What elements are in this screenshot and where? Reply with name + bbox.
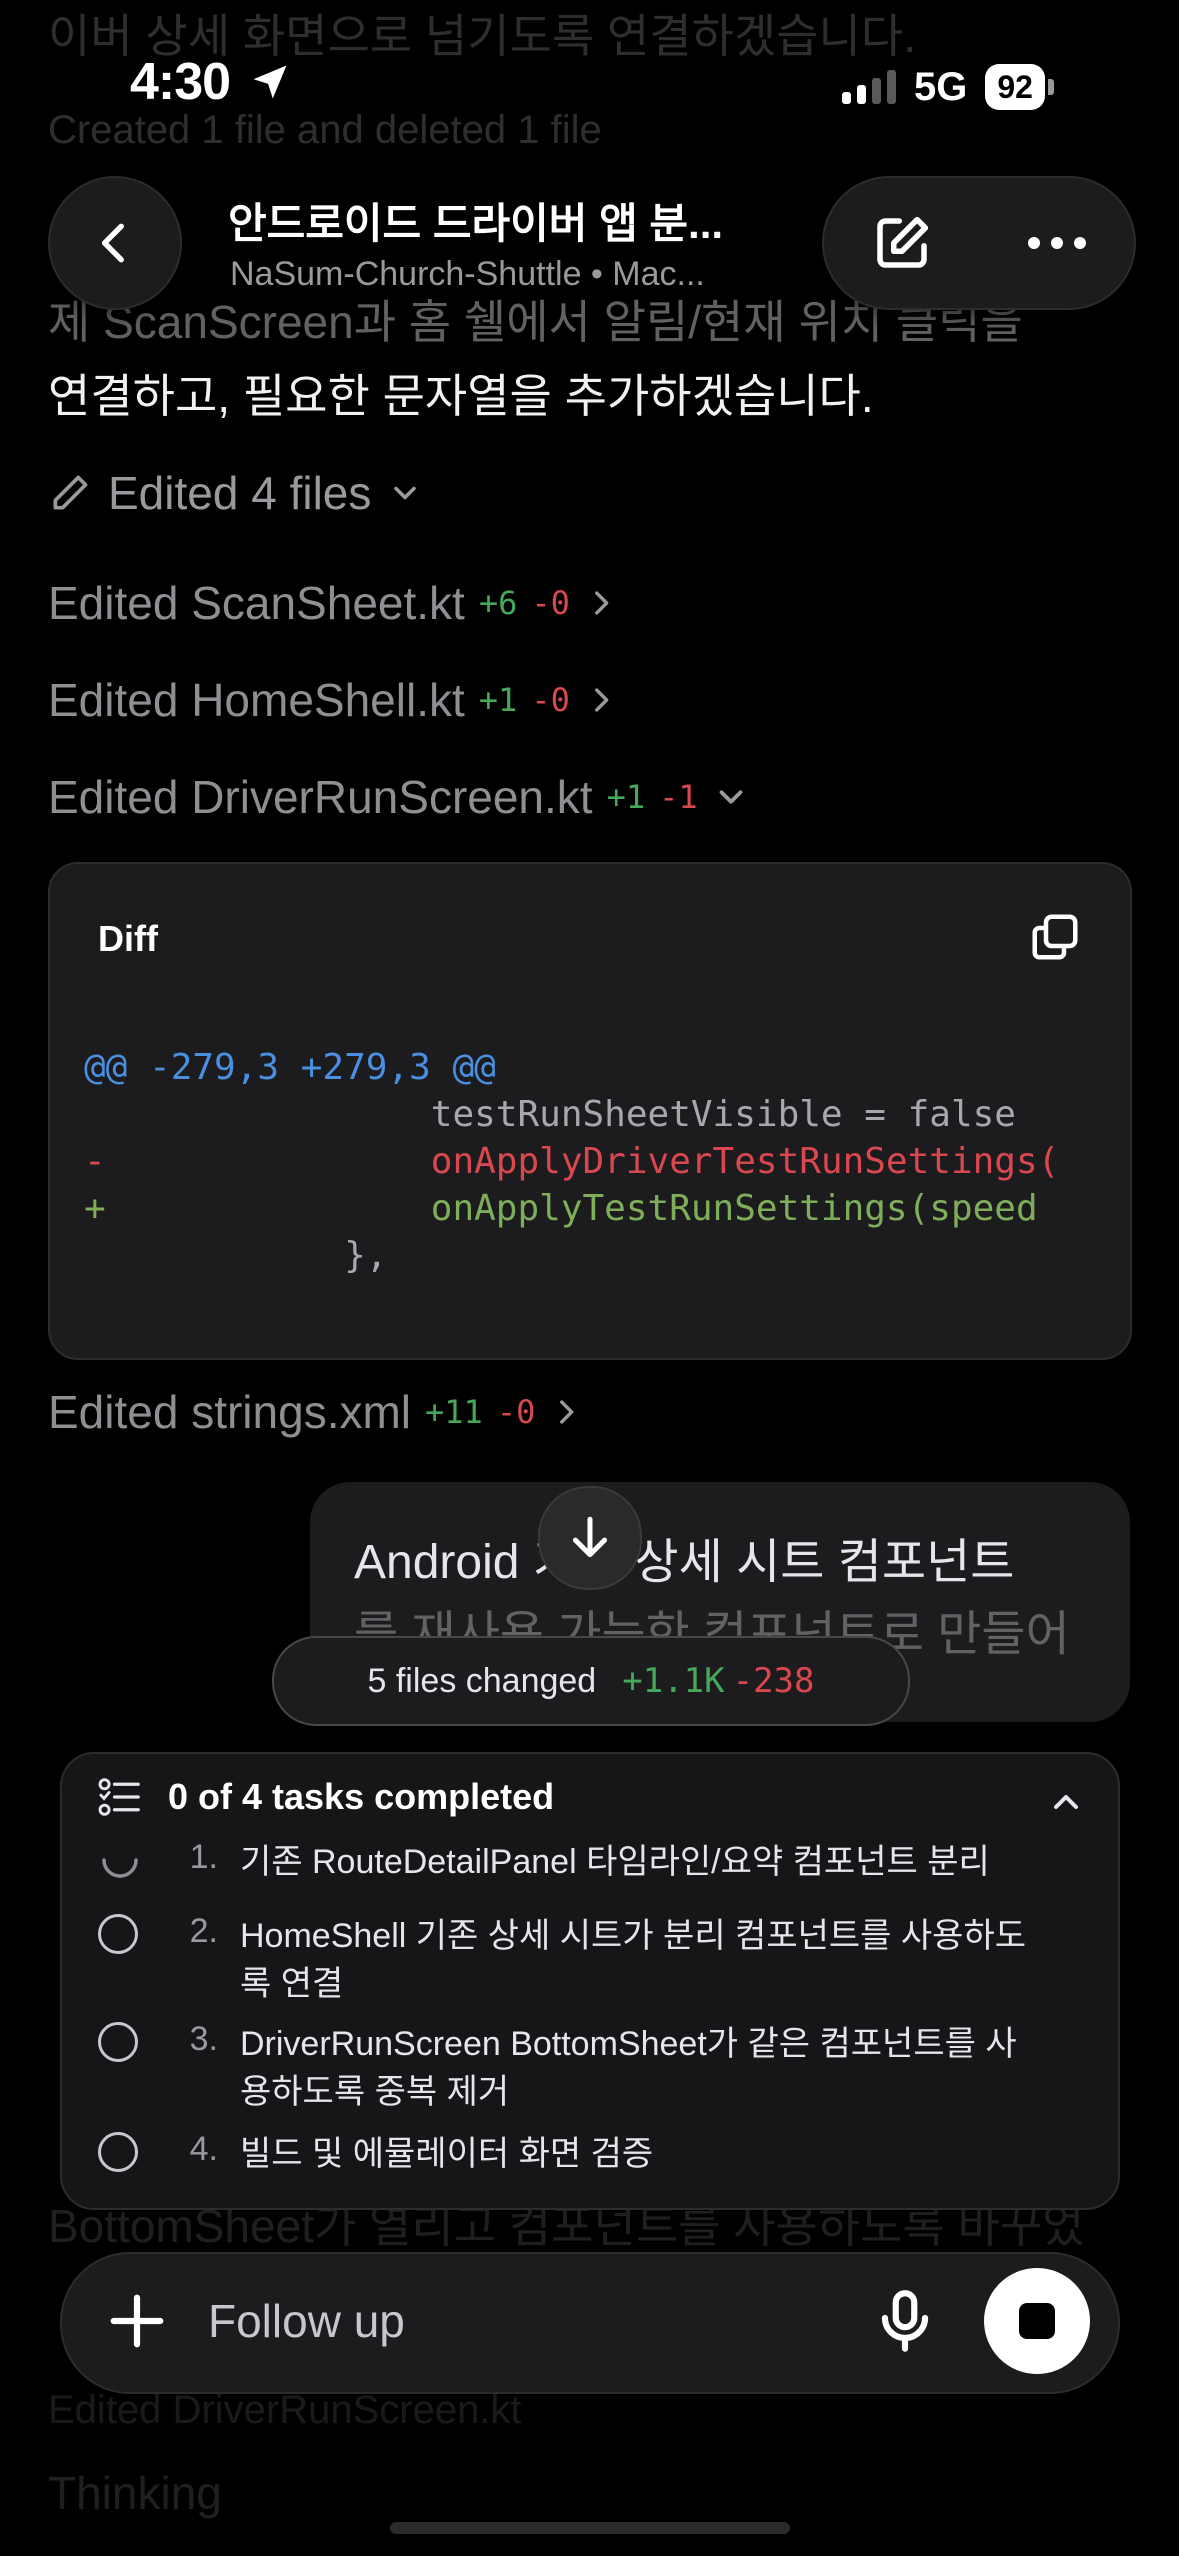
lines-added: +6: [478, 584, 518, 622]
chevron-right-icon: [560, 1400, 574, 1424]
network-type: 5G: [914, 64, 968, 109]
lines-added: +11: [425, 1393, 483, 1431]
plus-icon[interactable]: [106, 2290, 168, 2352]
task-status-circle-icon: [98, 2132, 138, 2172]
background-text: Edited DriverRunScreen.kt: [48, 2388, 522, 2432]
chevron-right-icon: [594, 591, 609, 615]
diff-added-line: + onApplyTestRunSettings(speed: [84, 1188, 1038, 1229]
tasks-header[interactable]: 0 of 4 tasks completed: [98, 1776, 554, 1818]
spinner-icon: [102, 1858, 138, 1878]
conversation-subtitle: NaSum-Church-Shuttle • Mac...: [230, 255, 705, 293]
diff-label: Diff: [98, 918, 158, 959]
lines-removed: -0: [531, 681, 570, 719]
diff-context-line: testRunSheetVisible = false: [84, 1094, 1016, 1135]
chevron-down-icon: [719, 790, 743, 804]
conversation-title[interactable]: 안드로이드 드라이버 앱 분...: [228, 190, 723, 251]
files-changed-label: 5 files changed: [367, 1661, 597, 1700]
compose-icon[interactable]: [869, 210, 935, 276]
lines-removed: -1: [659, 778, 698, 816]
microphone-icon[interactable]: [868, 2284, 942, 2358]
diff-context-line: },: [84, 1235, 388, 1276]
edited-file-row[interactable]: Edited HomeShell.kt +1 -0: [48, 673, 618, 727]
chevron-right-icon: [594, 688, 609, 712]
stop-button[interactable]: [984, 2268, 1090, 2374]
follow-up-input[interactable]: Follow up: [208, 2294, 405, 2348]
edited-file-row[interactable]: Edited strings.xml +11 -0: [48, 1385, 583, 1439]
lines-removed: -0: [496, 1393, 536, 1431]
stop-icon: [1019, 2303, 1055, 2339]
tasks-title: 0 of 4 tasks completed: [168, 1776, 555, 1817]
battery-icon: 92: [985, 64, 1054, 110]
diff-card: Diff @@ -279,3 +279,3 @@ testRunSheetVis…: [48, 862, 1132, 1360]
edited-file-row[interactable]: Edited ScanSheet.kt +6 -0: [48, 576, 618, 630]
task-item: 1. 기존 RouteDetailPanel 타임라인/요약 컴포넌트 분리: [98, 1838, 1040, 1886]
task-text: 빌드 및 에뮬레이터 화면 검증: [240, 2135, 654, 2173]
home-indicator: [390, 2522, 790, 2534]
copy-icon[interactable]: [1028, 910, 1082, 964]
file-name: Edited strings.xml: [48, 1386, 412, 1438]
scroll-to-bottom-button[interactable]: [538, 1486, 642, 1590]
chevron-down-icon: [394, 486, 417, 500]
files-changed-pill[interactable]: 5 files changed +1.1K -238: [272, 1636, 910, 1726]
task-item: 2. HomeShell 기존 상세 시트가 분리 컴포넌트를 사용하도록 연결: [98, 1912, 1040, 2008]
arrow-down-icon: [572, 1516, 608, 1558]
status-indicators: 5G 92: [842, 64, 1054, 110]
task-number: 1.: [189, 1838, 218, 1876]
diff-hunk-header: @@ -279,3 +279,3 @@: [84, 1047, 496, 1088]
user-message-line: Android 기존 상세 시트 컴포넌트: [354, 1536, 1015, 1589]
composer-bar: Follow up: [60, 2252, 1120, 2394]
tasks-panel: 0 of 4 tasks completed 1. 기존 RouteDetail…: [60, 1752, 1120, 2210]
assistant-message: 연결하고, 필요한 문자열을 추가하겠습니다.: [48, 370, 874, 422]
chevron-up-icon[interactable]: [1046, 1782, 1086, 1822]
task-text: DriverRunScreen BottomSheet가 같은 컴포넌트를 사용…: [240, 2025, 1017, 2111]
background-text: Created 1 file and deleted 1 file: [48, 108, 602, 152]
diff-content: @@ -279,3 +279,3 @@ testRunSheetVisible …: [84, 1044, 1059, 1279]
lines-added: +1: [606, 778, 646, 816]
file-name: Edited HomeShell.kt: [48, 674, 465, 726]
more-options-icon[interactable]: [1024, 233, 1090, 253]
total-lines-added: +1.1K: [622, 1661, 725, 1701]
lines-added: +1: [478, 681, 518, 719]
background-text: Thinking: [48, 2467, 222, 2519]
status-time: 4:30: [130, 53, 231, 111]
battery-level: 92: [985, 64, 1045, 110]
task-text: 기존 RouteDetailPanel 타임라인/요약 컴포넌트 분리: [240, 1843, 990, 1881]
edited-files-summary[interactable]: Edited 4 files: [48, 466, 423, 520]
task-status-circle-icon: [98, 2022, 138, 2062]
chevron-left-icon: [101, 223, 124, 263]
location-arrow-icon: [253, 65, 287, 99]
task-status-circle-icon: [98, 1914, 138, 1954]
checklist-icon: [98, 1778, 140, 1816]
file-name: Edited ScanSheet.kt: [48, 577, 465, 629]
task-item: 3. DriverRunScreen BottomSheet가 같은 컴포넌트를…: [98, 2020, 1040, 2116]
task-number: 4.: [189, 2130, 218, 2168]
total-lines-removed: -238: [732, 1661, 815, 1701]
task-text: HomeShell 기존 상세 시트가 분리 컴포넌트를 사용하도록 연결: [240, 1917, 1027, 2003]
task-number: 3.: [189, 2020, 218, 2058]
task-number: 2.: [189, 1912, 218, 1950]
edited-file-row[interactable]: Edited DriverRunScreen.kt +1 -1: [48, 770, 750, 824]
task-item: 4. 빌드 및 에뮬레이터 화면 검증: [98, 2130, 1040, 2178]
back-button[interactable]: [48, 176, 182, 310]
file-name: Edited DriverRunScreen.kt: [48, 771, 593, 823]
edited-files-label: Edited 4 files: [108, 467, 372, 519]
pencil-icon: [53, 475, 88, 510]
signal-icon: [842, 70, 896, 104]
lines-removed: -0: [531, 584, 570, 622]
header-actions: [822, 176, 1136, 310]
diff-removed-line: - onApplyDriverTestRunSettings(: [84, 1141, 1060, 1182]
